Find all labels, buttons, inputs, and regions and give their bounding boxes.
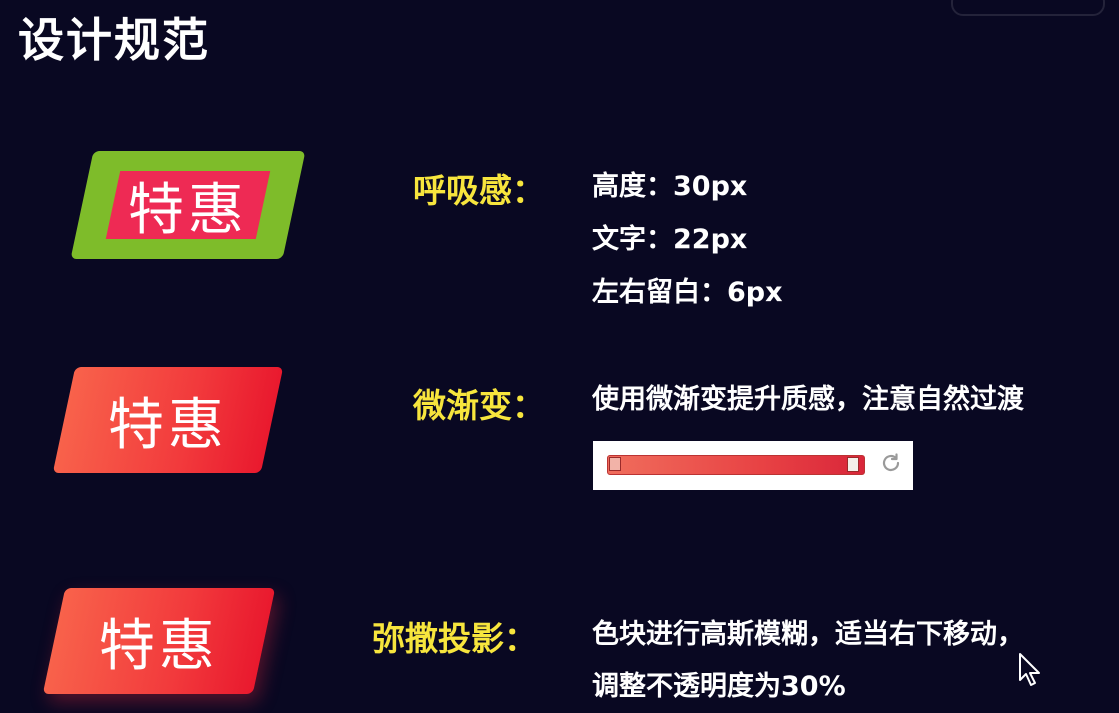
tag-label: 特惠 [128,177,248,243]
height-spec: 高度：30px [592,171,748,202]
shadow-description-line2: 调整不透明度为30% [592,671,846,702]
gradient-stop-end[interactable] [847,457,859,472]
tag-example-breathing: 特惠 [70,151,306,259]
page-title: 设计规范 [18,13,210,67]
shadow-description-line1: 色块进行高斯模糊，适当右下移动， [592,619,1024,650]
tag-label: 特惠 [108,392,228,458]
shadow-label: 弥撒投影： [372,619,537,658]
tag-label: 特惠 [99,613,219,679]
breathing-label: 呼吸感： [413,171,545,210]
gradient-track[interactable] [607,455,865,475]
font-size-spec: 文字：22px [592,224,748,255]
watermark-logo [951,0,1105,16]
gradient-stop-start[interactable] [609,457,621,471]
tag-example-shadow: 特惠 [42,588,276,694]
tag-example-gradient: 特惠 [52,367,284,473]
reset-icon[interactable] [878,451,904,477]
gradient-description: 使用微渐变提升质感，注意自然过渡 [592,384,1024,415]
gradient-label: 微渐变： [413,386,545,425]
gradient-editor [593,441,913,490]
mouse-cursor-icon [1019,653,1040,686]
padding-spec: 左右留白：6px [592,277,783,308]
tag-inner-block: 特惠 [105,171,271,243]
